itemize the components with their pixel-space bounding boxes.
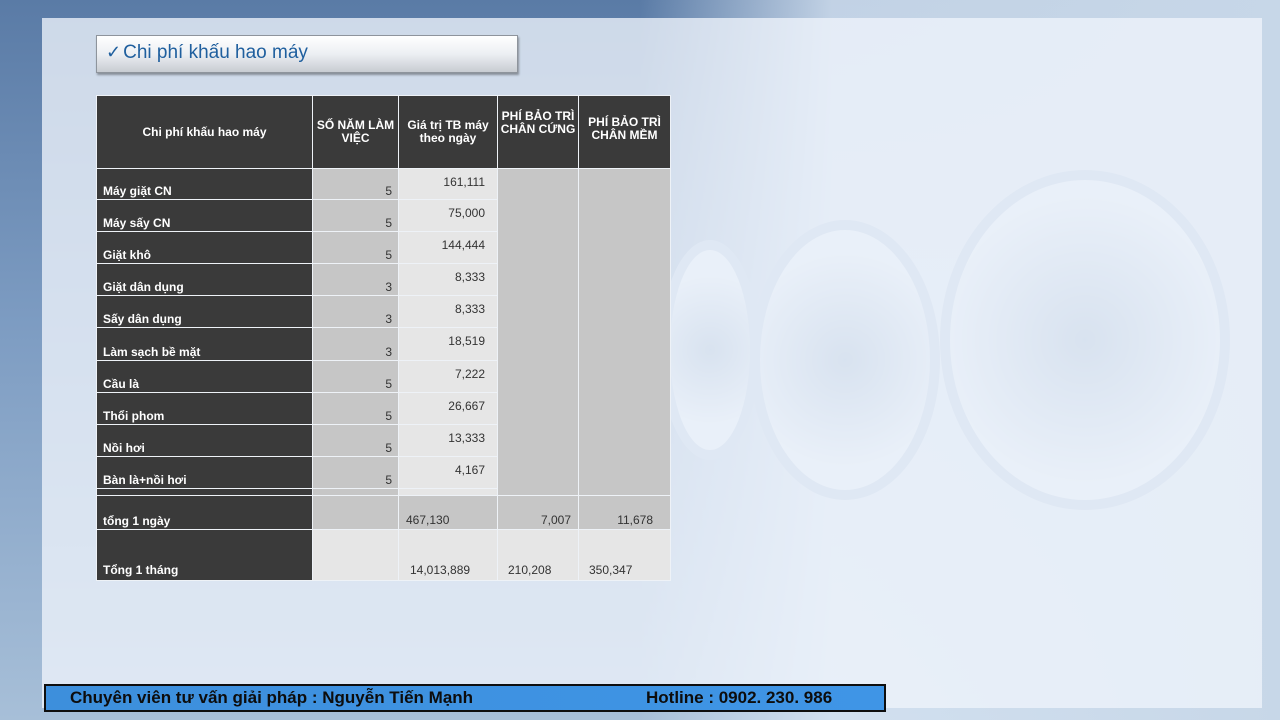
total-day-years [312, 495, 399, 530]
row-label: Bàn là+nồi hơi [96, 456, 313, 489]
section-title-label: Chi phí khấu hao máy [123, 42, 308, 63]
hotline-info: Hotline : 0902. 230. 986 [646, 688, 833, 707]
row-value: 144,444 [398, 231, 498, 264]
row-years: 5 [312, 168, 399, 200]
total-day-soft: 11,678 [578, 495, 671, 530]
row-label: Giặt dân dụng [96, 263, 313, 296]
row-years: 5 [312, 424, 399, 457]
row-label: Máy sấy CN [96, 199, 313, 232]
depreciation-table: Chi phí khấu hao máy SỐ NĂM LÀM VIỆC Giá… [96, 95, 671, 581]
total-month-row: Tổng 1 tháng 14,013,889 210,208 350,347 [96, 529, 671, 581]
row-value: 18,519 [398, 327, 498, 361]
row-years: 3 [312, 327, 399, 361]
total-month-hard: 210,208 [497, 529, 579, 581]
header-hard-maintenance: PHÍ BẢO TRÌ CHÂN CỨNG [497, 95, 579, 169]
row-label: Làm sạch bề mặt [96, 327, 313, 361]
row-years: 3 [312, 295, 399, 328]
row-years: 5 [312, 199, 399, 232]
row-value: 161,111 [398, 168, 498, 200]
total-month-value: 14,013,889 [398, 529, 498, 581]
total-month-soft: 350,347 [578, 529, 671, 581]
total-month-years [312, 529, 399, 581]
row-label: Máy giặt CN [96, 168, 313, 200]
row-label: Sấy dân dụng [96, 295, 313, 328]
total-day-row: tổng 1 ngày 467,130 7,007 11,678 [96, 495, 671, 530]
row-value: 13,333 [398, 424, 498, 457]
row-label: Thổi phom [96, 392, 313, 425]
row-years: 5 [312, 360, 399, 393]
row-value: 26,667 [398, 392, 498, 425]
soft-maintenance-column [578, 168, 671, 496]
total-month-label: Tổng 1 tháng [96, 529, 313, 581]
total-day-value: 467,130 [398, 495, 498, 530]
row-years: 3 [312, 263, 399, 296]
spacer-cell [398, 488, 498, 496]
header-machine-cost: Chi phí khấu hao máy [96, 95, 313, 169]
header-soft-maintenance: PHÍ BẢO TRÌ CHÂN MỀM [578, 95, 671, 169]
row-value: 4,167 [398, 456, 498, 489]
row-label: Cầu là [96, 360, 313, 393]
section-title: ✓ Chi phí khấu hao máy [106, 42, 308, 64]
section-title-box: ✓ Chi phí khấu hao máy [96, 35, 518, 73]
row-years: 5 [312, 392, 399, 425]
row-label: Nồi hơi [96, 424, 313, 457]
footer-bar: Chuyên viên tư vấn giải pháp : Nguyễn Ti… [44, 684, 886, 712]
hard-maintenance-column [497, 168, 579, 496]
total-day-hard: 7,007 [497, 495, 579, 530]
header-avg-daily-value: Giá trị TB máy theo ngày [398, 95, 498, 169]
row-value: 7,222 [398, 360, 498, 393]
row-years: 5 [312, 231, 399, 264]
checkmark-icon: ✓ [106, 42, 122, 62]
row-years: 5 [312, 456, 399, 489]
consultant-info: Chuyên viên tư vấn giải pháp : Nguyễn Ti… [70, 688, 474, 707]
row-value: 75,000 [398, 199, 498, 232]
spacer-cell [96, 488, 313, 496]
row-value: 8,333 [398, 295, 498, 328]
row-value: 8,333 [398, 263, 498, 296]
table-header-row: Chi phí khấu hao máy SỐ NĂM LÀM VIỆC Giá… [96, 95, 671, 169]
table-row: Máy giặt CN 5 161,111 [96, 168, 671, 496]
row-label: Giặt khô [96, 231, 313, 264]
total-day-label: tổng 1 ngày [96, 495, 313, 530]
header-working-years: SỐ NĂM LÀM VIỆC [312, 95, 399, 169]
spacer-cell [312, 488, 399, 496]
